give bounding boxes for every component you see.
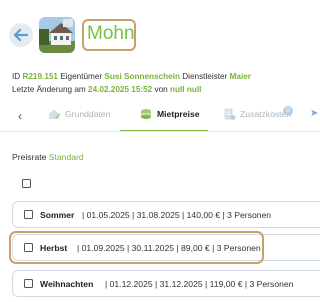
owner-label: Eigentümer (60, 72, 103, 81)
id-value: R219.151 (22, 72, 58, 81)
price-row-weihnachten[interactable]: Weihnachten | 01.12.2025 | 31.12.2025 | … (12, 270, 320, 297)
changed-label: Letzte Änderung am (12, 85, 86, 94)
row-info: | 01.05.2025 | 31.08.2025 | 140,00 € | 3… (82, 210, 272, 220)
tab-grunddaten-label: Grunddaten (65, 109, 111, 119)
tab-bar: ‹ Grunddaten Mietpreise Zusatzkosten 0 ➤ (0, 100, 320, 132)
count-badge: 0 (283, 106, 293, 116)
tab-mietpreise[interactable]: Mietpreise (139, 107, 200, 121)
owner-value[interactable]: Susi Sonnenschein (104, 72, 180, 81)
property-thumbnail[interactable] (39, 17, 75, 53)
price-rate: Preisrate Standard (12, 152, 84, 162)
row-name: Weihnachten (40, 279, 94, 289)
row-highlight (9, 231, 264, 264)
chevron-left-icon[interactable]: ‹ (18, 109, 22, 123)
provider-value[interactable]: Maier (230, 72, 251, 81)
coins-icon (141, 109, 151, 119)
row-checkbox[interactable] (24, 279, 33, 288)
meta-line-ids: ID R219.151 Eigentümer Susi Sonnenschein… (12, 72, 251, 81)
row-checkbox[interactable] (24, 210, 33, 219)
tab-mietpreise-label: Mietpreise (157, 109, 200, 119)
price-rate-label: Preisrate (12, 152, 47, 162)
changed-value: 24.02.2025 15:52 (88, 85, 153, 94)
header: Mohn (0, 0, 320, 66)
tab-grunddaten[interactable]: Grunddaten (47, 107, 110, 121)
provider-label: Dienstleister (182, 72, 228, 81)
page-title: Mohn (87, 23, 135, 44)
receipt-plus-icon (224, 108, 236, 120)
house-pen-icon (49, 109, 61, 119)
price-rate-value[interactable]: Standard (49, 152, 84, 162)
back-button[interactable] (9, 23, 33, 47)
select-all-checkbox[interactable] (22, 179, 31, 188)
arrow-right-icon[interactable]: ➤ (310, 108, 318, 119)
row-info: | 01.12.2025 | 31.12.2025 | 119,00 € | 3… (105, 279, 294, 289)
by-label: von (154, 85, 168, 94)
price-row-sommer[interactable]: Sommer | 01.05.2025 | 31.08.2025 | 140,0… (12, 201, 320, 228)
tab-zusatzkosten[interactable]: Zusatzkosten (222, 107, 291, 121)
meta-line-changed: Letzte Änderung am 24.02.2025 15:52 von … (12, 85, 201, 94)
id-label: ID (12, 72, 21, 81)
row-name: Sommer (40, 210, 75, 220)
tab-divider (0, 131, 320, 132)
arrow-left-icon (14, 29, 28, 41)
by-value: null null (170, 85, 202, 94)
